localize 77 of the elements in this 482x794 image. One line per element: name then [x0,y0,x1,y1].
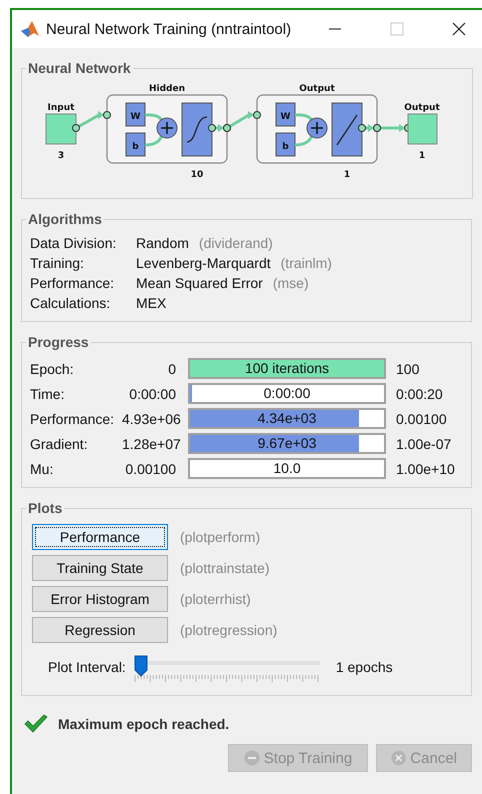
current-value: 100 iterations [244,360,330,377]
progress-label: Epoch: [30,360,75,376]
section-title: Neural Network [27,60,132,76]
start-value: 4.93e+06 [122,410,182,426]
weight-block [126,102,146,126]
input-size: 3 [58,151,64,161]
function-name: (plotperform) [180,529,262,545]
target-value: 1.00e+10 [395,460,456,476]
linear-function-icon [332,102,362,156]
weight-block [276,102,296,126]
layer-size: 1 [344,170,350,180]
current-value: 4.34e+03 [256,410,318,427]
status-message: Maximum epoch reached. [58,716,230,732]
cancel-icon [391,750,406,766]
link-line [294,113,314,146]
slider-thumb[interactable] [134,655,148,677]
current-value: 9.67e+03 [256,435,318,452]
algorithm-value: MEX [136,295,166,311]
interval-label: Plot Interval: [47,658,127,675]
bias-label: b [282,142,289,152]
bias-block [276,132,296,156]
window-title: Neural Network Training (nntraintool) [46,20,292,38]
current-value: 0:00:00 [262,385,312,402]
algorithm-label: Performance: [30,275,116,291]
start-value: 1.28e+07 [122,436,182,452]
stop-icon [244,750,260,766]
algorithm-value: Levenberg-Marquardt [136,255,271,271]
start-value: 0.00100 [124,460,177,476]
connector-arrow [72,111,111,132]
interval-value: 1 epochs [334,658,393,675]
plot-button[interactable]: Regression [32,617,168,643]
logo-icon [20,19,40,39]
weight-label: W [280,112,290,122]
start-value: 0:00:00 [128,386,177,402]
output-size: 1 [418,151,426,161]
progress-label: Gradient: [30,436,89,452]
algorithm-value: Mean Squared Error [136,275,263,291]
algorithm-value: Random [136,235,189,251]
checkmark-icon [24,714,48,734]
progress-label: Performance: [30,410,116,426]
algorithm-label: Calculations: [30,295,112,311]
layer-title: Output [299,84,335,94]
function-name: (trainlm) [280,255,332,271]
close-icon[interactable] [452,22,466,36]
function-name: (plotregression) [180,622,278,638]
section-title: Algorithms [27,211,103,227]
bias-label: b [132,142,139,152]
algorithm-label: Data Division: [30,235,118,251]
section-title: Plots [27,500,64,516]
function-name: (dividerand) [198,235,273,251]
plot-button[interactable]: Training State [32,555,168,581]
start-value: 0 [167,360,177,376]
sum-icon [306,118,328,138]
target-value: 1.00e-07 [395,436,452,452]
function-name: (mse) [272,275,309,291]
input-node [46,114,76,144]
target-value: 100 [395,360,420,376]
link-line [144,113,164,146]
section-title: Progress [27,334,90,350]
target-value: 0.00100 [395,410,448,426]
input-label: Input [48,103,74,113]
layer-title: Hidden [149,84,185,94]
function-name: (plottrainstate) [180,560,270,576]
bias-block [126,132,146,156]
target-value: 0:00:20 [395,386,444,402]
plot-button[interactable]: Error Histogram [32,586,168,612]
progress-label: Mu: [30,460,54,476]
weight-label: W [130,112,140,122]
progress-label: Time: [30,386,66,402]
sum-icon [156,118,178,138]
function-name: (ploterrhist) [180,591,252,607]
plot-button[interactable]: Performance [32,524,168,550]
algorithm-label: Training: [30,255,85,271]
output-label: Output [404,103,440,113]
sigmoid-function-icon [182,102,212,156]
output-node [408,114,438,144]
layer-size: 10 [190,170,204,180]
